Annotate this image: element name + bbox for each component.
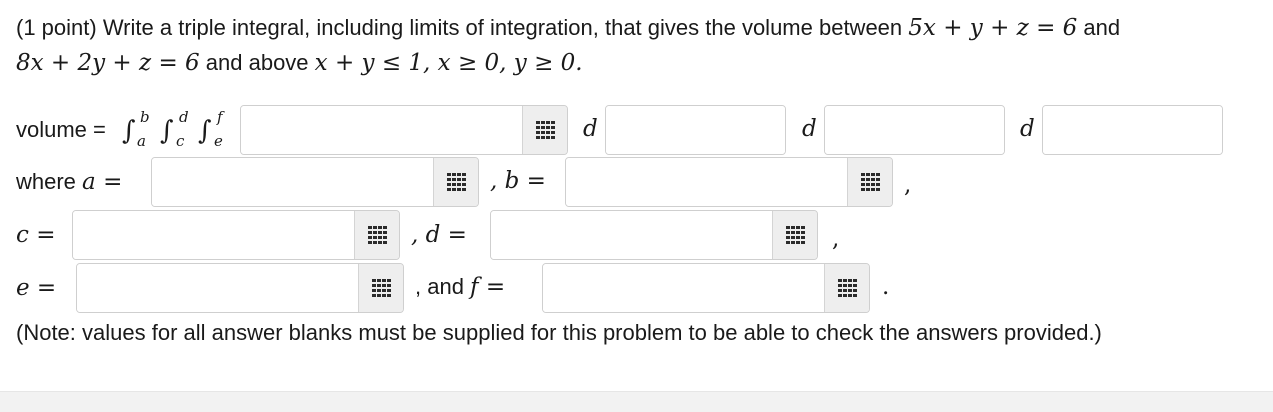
differential-d-1: d xyxy=(583,116,598,142)
differential-d-2: d xyxy=(802,116,817,142)
differential-2-input[interactable] xyxy=(825,106,1004,154)
comma-after-b: , xyxy=(904,172,912,198)
integral-1-lower-limit: a xyxy=(137,132,146,150)
integral-sign-1: ∫ xyxy=(122,116,136,146)
e-palette-button[interactable] xyxy=(358,264,403,312)
a-palette-button[interactable] xyxy=(433,158,478,206)
d-field xyxy=(490,210,818,260)
c-palette-button[interactable] xyxy=(354,211,399,259)
question-and: and xyxy=(1077,15,1121,40)
integral-1-upper-limit: b xyxy=(140,108,150,126)
integral-sign-2: ∫ xyxy=(160,116,174,146)
differential-3-input[interactable] xyxy=(1043,106,1222,154)
question-above: and above xyxy=(199,50,315,75)
equation-editor-grid-icon xyxy=(860,173,880,191)
equation-editor-grid-icon xyxy=(785,226,805,244)
triple-integral: ∫ b a ∫ d c ∫ f e xyxy=(122,106,238,156)
differential-1-field xyxy=(605,105,786,155)
b-equals: , b = xyxy=(490,168,546,194)
b-palette-button[interactable] xyxy=(847,158,892,206)
d-palette-button[interactable] xyxy=(772,211,817,259)
f-equals: f = xyxy=(470,274,506,300)
equation-1: 5x + y + z = 6 xyxy=(908,15,1078,41)
a-input[interactable] xyxy=(152,158,433,206)
differential-d-3: d xyxy=(1020,116,1035,142)
equation-editor-grid-icon xyxy=(446,173,466,191)
differential-1-input[interactable] xyxy=(606,106,785,154)
where-text: where xyxy=(16,169,83,194)
integral-2-upper-limit: d xyxy=(179,108,189,126)
integral-3-lower-limit: e xyxy=(214,132,223,150)
differential-2-field xyxy=(824,105,1005,155)
region-inequalities: x + y ≤ 1, x ≥ 0, y ≥ 0. xyxy=(314,50,583,76)
question-line-1: (1 point) Write a triple integral, inclu… xyxy=(16,14,1120,42)
note-text: (Note: values for all answer blanks must… xyxy=(16,320,1102,345)
integrand-field xyxy=(240,105,568,155)
volume-label: volume = xyxy=(16,117,106,142)
integrand-palette-button[interactable] xyxy=(522,106,567,154)
final-period: . xyxy=(882,274,890,300)
equation-2: 8x + 2y + z = 6 xyxy=(16,50,200,76)
d-input[interactable] xyxy=(491,211,772,259)
a-equals: a = xyxy=(82,169,123,195)
equation-editor-grid-icon xyxy=(837,279,857,297)
f-field xyxy=(542,263,870,313)
equation-editor-grid-icon xyxy=(367,226,387,244)
comma-after-d: , xyxy=(832,226,840,252)
integral-sign-3: ∫ xyxy=(198,116,212,146)
e-input[interactable] xyxy=(77,264,358,312)
e-equals: e = xyxy=(16,275,57,301)
c-input[interactable] xyxy=(73,211,354,259)
differential-3-field xyxy=(1042,105,1223,155)
b-field xyxy=(565,157,893,207)
integral-3-upper-limit: f xyxy=(217,108,223,126)
equation-editor-grid-icon xyxy=(535,121,555,139)
page-footer-strip xyxy=(0,391,1273,412)
integral-2-lower-limit: c xyxy=(176,132,185,150)
question-line-2: 8x + 2y + z = 6 and above x + y ≤ 1, x ≥… xyxy=(16,49,583,77)
problem-panel: (1 point) Write a triple integral, inclu… xyxy=(0,0,1273,391)
f-label: , and f = xyxy=(415,273,505,301)
a-label: where a = xyxy=(16,168,122,196)
question-prefix: (1 point) Write a triple integral, inclu… xyxy=(16,15,909,40)
integrand-input[interactable] xyxy=(241,106,522,154)
equation-editor-grid-icon xyxy=(371,279,391,297)
c-equals: c = xyxy=(16,222,56,248)
and-text: , and xyxy=(415,274,471,299)
a-field xyxy=(151,157,479,207)
d-equals: , d = xyxy=(411,222,467,248)
e-field xyxy=(76,263,404,313)
c-field xyxy=(72,210,400,260)
b-input[interactable] xyxy=(566,158,847,206)
f-input[interactable] xyxy=(543,264,824,312)
f-palette-button[interactable] xyxy=(824,264,869,312)
